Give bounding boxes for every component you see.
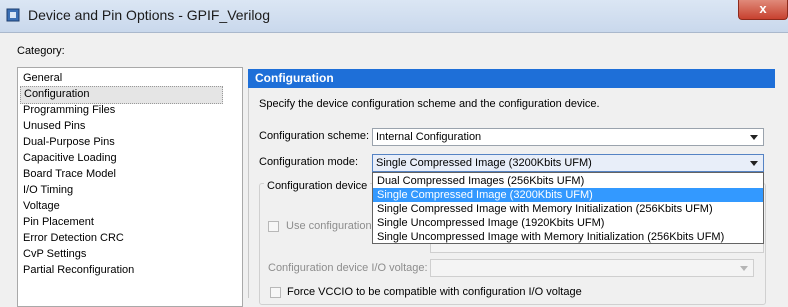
category-item-unused-pins[interactable]: Unused Pins (20, 118, 88, 134)
mode-select[interactable]: Single Compressed Image (3200Kbits UFM) (372, 154, 764, 172)
category-item-voltage[interactable]: Voltage (20, 198, 63, 214)
mode-label: Configuration mode: (259, 156, 359, 168)
category-label: Category: (17, 45, 65, 57)
panel-header: Configuration (248, 69, 775, 88)
app-icon (6, 8, 20, 22)
mode-value: Single Compressed Image (3200Kbits UFM) (376, 157, 592, 169)
chevron-down-icon (740, 266, 748, 271)
category-item-capacitive-loading[interactable]: Capacitive Loading (20, 150, 120, 166)
use-configuration-label: Use configuration (286, 220, 372, 232)
title-bar: Device and Pin Options - GPIF_Verilog x (0, 0, 788, 33)
scheme-label: Configuration scheme: (259, 130, 370, 142)
mode-option[interactable]: Dual Compressed Images (256Kbits UFM) (373, 174, 763, 188)
mode-option[interactable]: Single Uncompressed Image with Memory In… (373, 230, 763, 244)
mode-dropdown-list: Dual Compressed Images (256Kbits UFM) Si… (372, 172, 764, 244)
category-item-partial-reconfiguration[interactable]: Partial Reconfiguration (20, 262, 137, 278)
scheme-value: Internal Configuration (376, 131, 482, 143)
category-item-programming-files[interactable]: Programming Files (20, 102, 118, 118)
category-item-board-trace-model[interactable]: Board Trace Model (20, 166, 119, 182)
use-configuration-checkbox[interactable] (268, 221, 279, 232)
mode-option[interactable]: Single Uncompressed Image (1920Kbits UFM… (373, 216, 763, 230)
mode-option[interactable]: Single Compressed Image with Memory Init… (373, 202, 763, 216)
io-voltage-select[interactable] (430, 259, 754, 277)
category-item-dual-purpose-pins[interactable]: Dual-Purpose Pins (20, 134, 118, 150)
io-voltage-label: Configuration device I/O voltage: (268, 262, 428, 274)
chevron-down-icon (750, 161, 758, 166)
category-item-general[interactable]: General (20, 70, 65, 86)
force-vccio-label: Force VCCIO to be compatible with config… (287, 286, 582, 298)
category-item-cvp-settings[interactable]: CvP Settings (20, 246, 89, 262)
category-item-pin-placement[interactable]: Pin Placement (20, 214, 97, 230)
mode-option-selected[interactable]: Single Compressed Image (3200Kbits UFM) (373, 188, 763, 202)
close-button[interactable]: x (738, 0, 788, 20)
panel-description: Specify the device configuration scheme … (259, 98, 600, 110)
category-item-io-timing[interactable]: I/O Timing (20, 182, 76, 198)
scheme-select[interactable]: Internal Configuration (372, 128, 764, 146)
chevron-down-icon (750, 135, 758, 140)
window-title: Device and Pin Options - GPIF_Verilog (28, 7, 271, 23)
category-item-error-detection-crc[interactable]: Error Detection CRC (20, 230, 127, 246)
configuration-device-group-title: Configuration device (264, 180, 371, 192)
